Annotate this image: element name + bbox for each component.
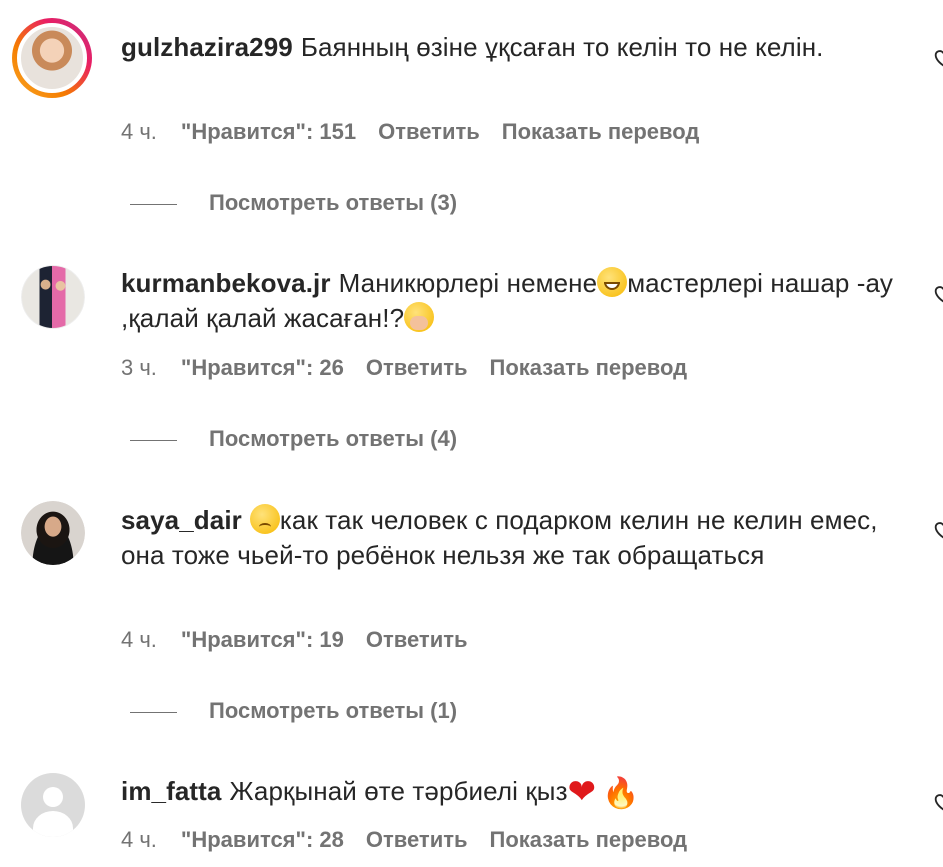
like-count[interactable]: "Нравится": 28 xyxy=(181,827,344,852)
like-count[interactable]: "Нравится": 26 xyxy=(181,355,344,380)
avatar[interactable] xyxy=(12,18,92,98)
avatar-head-shape xyxy=(43,787,63,807)
show-translation-button[interactable]: Показать перевод xyxy=(490,827,688,852)
comment-text-block: kurmanbekova.jr Маникюрлері немене мастерл… xyxy=(121,266,911,336)
comment-time: 4 ч. xyxy=(121,827,157,852)
comment-text-block: gulzhazira299 Баянның өзіне ұқсаған то ке… xyxy=(121,30,911,65)
comment-meta: 4 ч. "Нравится": 151 Ответить Показать пере… xyxy=(121,119,721,145)
view-replies-label: Посмотреть ответы (1) xyxy=(209,698,458,723)
comment-username[interactable]: kurmanbekova.jr xyxy=(121,268,331,298)
heart-outline-icon[interactable] xyxy=(932,518,943,540)
comment-text: Баянның өзіне ұқсаған то келін то не кел… xyxy=(300,32,824,62)
view-replies-label: Посмотреть ответы (3) xyxy=(209,190,458,215)
comment-text: Маникюрлері немене xyxy=(338,268,598,298)
reply-button[interactable]: Ответить xyxy=(378,119,480,144)
show-translation-button[interactable]: Показать перевод xyxy=(490,355,688,380)
reply-button[interactable]: Ответить xyxy=(366,355,468,380)
comment-time: 4 ч. xyxy=(121,627,157,652)
avatar[interactable] xyxy=(21,501,85,565)
heart-outline-icon[interactable] xyxy=(932,282,943,304)
slightly-frowning-face-emoji-icon xyxy=(249,504,280,534)
replies-divider xyxy=(130,203,177,205)
comment-text: Жарқынай өте тәрбиелі қыз xyxy=(229,776,568,806)
comment-text-block: saya_dair как так человек с подарком кели… xyxy=(121,503,911,573)
view-replies-button[interactable]: Посмотреть ответы (4) xyxy=(130,426,457,452)
avatar-body-shape xyxy=(33,811,73,837)
red-heart-emoji-icon: ❤ xyxy=(567,773,597,811)
like-count[interactable]: "Нравится": 19 xyxy=(181,627,344,652)
comment-time: 4 ч. xyxy=(121,119,157,144)
user-photo xyxy=(21,265,85,329)
user-photo xyxy=(21,501,85,565)
replies-divider xyxy=(130,439,177,441)
grinning-face-emoji-icon xyxy=(597,267,628,297)
comment-meta: 3 ч. "Нравится": 26 Ответить Показать перев… xyxy=(121,355,709,381)
replies-divider xyxy=(130,711,177,713)
heart-outline-icon[interactable] xyxy=(932,790,943,812)
reply-button[interactable]: Ответить xyxy=(366,827,468,852)
comment-meta: 4 ч. "Нравится": 28 Ответить Показать перев… xyxy=(121,827,709,853)
comment-text-block: im_fatta Жарқынай өте тәрбиелі қыз❤ 🔥 xyxy=(121,774,911,809)
view-replies-button[interactable]: Посмотреть ответы (1) xyxy=(130,698,457,724)
reply-button[interactable]: Ответить xyxy=(366,627,468,652)
view-replies-label: Посмотреть ответы (4) xyxy=(209,426,458,451)
comment-meta: 4 ч. "Нравится": 19 Ответить xyxy=(121,627,490,653)
heart-outline-icon[interactable] xyxy=(932,46,943,68)
comment-time: 3 ч. xyxy=(121,355,157,380)
comment-username[interactable]: gulzhazira299 xyxy=(121,32,293,62)
default-avatar-icon[interactable] xyxy=(21,773,85,837)
view-replies-button[interactable]: Посмотреть ответы (3) xyxy=(130,190,457,216)
comment-username[interactable]: saya_dair xyxy=(121,505,242,535)
hand-over-mouth-emoji-icon xyxy=(404,302,435,332)
avatar[interactable] xyxy=(21,265,85,329)
user-photo xyxy=(17,23,87,93)
show-translation-button[interactable]: Показать перевод xyxy=(502,119,700,144)
like-count[interactable]: "Нравится": 151 xyxy=(181,119,356,144)
comment-username[interactable]: im_fatta xyxy=(121,776,222,806)
fire-emoji-icon: 🔥 xyxy=(602,777,640,810)
